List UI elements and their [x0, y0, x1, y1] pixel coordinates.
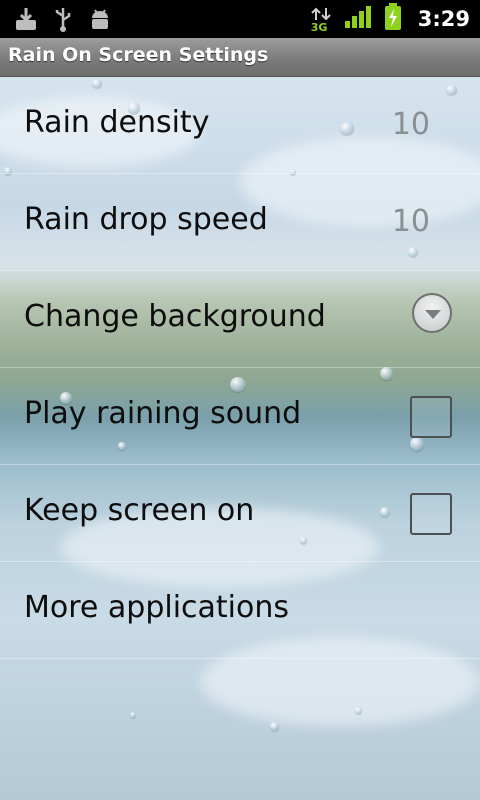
- setting-keep-screen-on[interactable]: Keep screen on: [0, 465, 480, 562]
- play-sound-checkbox[interactable]: [410, 396, 452, 438]
- battery-charging-icon: [384, 3, 402, 35]
- setting-label: Change background: [24, 299, 326, 334]
- network-type-label: 3G: [310, 21, 328, 34]
- setting-more-applications[interactable]: More applications: [0, 562, 480, 659]
- usb-icon: [52, 6, 74, 36]
- setting-rain-drop-speed[interactable]: Rain drop speed 10: [0, 174, 480, 271]
- chevron-down-icon[interactable]: [412, 293, 452, 333]
- setting-play-raining-sound[interactable]: Play raining sound: [0, 368, 480, 465]
- page-title: Rain On Screen Settings: [8, 44, 269, 66]
- setting-value: 10: [391, 107, 430, 142]
- setting-label: Play raining sound: [24, 396, 302, 431]
- android-debug-icon: [88, 6, 112, 36]
- status-bar: 3G 3:29: [0, 0, 480, 38]
- setting-label: More applications: [24, 590, 290, 625]
- rain-drop: [270, 722, 279, 731]
- status-clock: 3:29: [417, 7, 470, 31]
- setting-change-background[interactable]: Change background: [0, 271, 480, 368]
- data-arrows-icon: 3G: [310, 4, 332, 34]
- rain-drop: [130, 712, 136, 718]
- setting-label: Keep screen on: [24, 493, 255, 528]
- download-icon: [14, 6, 38, 36]
- settings-list: Rain density 10 Rain drop speed 10 Chang…: [0, 77, 480, 659]
- setting-rain-density[interactable]: Rain density 10: [0, 77, 480, 174]
- setting-value: 10: [391, 204, 430, 239]
- setting-label: Rain density: [24, 105, 210, 140]
- signal-icon: [344, 5, 372, 33]
- title-bar: Rain On Screen Settings: [0, 38, 480, 77]
- keep-screen-on-checkbox[interactable]: [410, 493, 452, 535]
- setting-label: Rain drop speed: [24, 202, 268, 237]
- rain-drop: [355, 707, 362, 714]
